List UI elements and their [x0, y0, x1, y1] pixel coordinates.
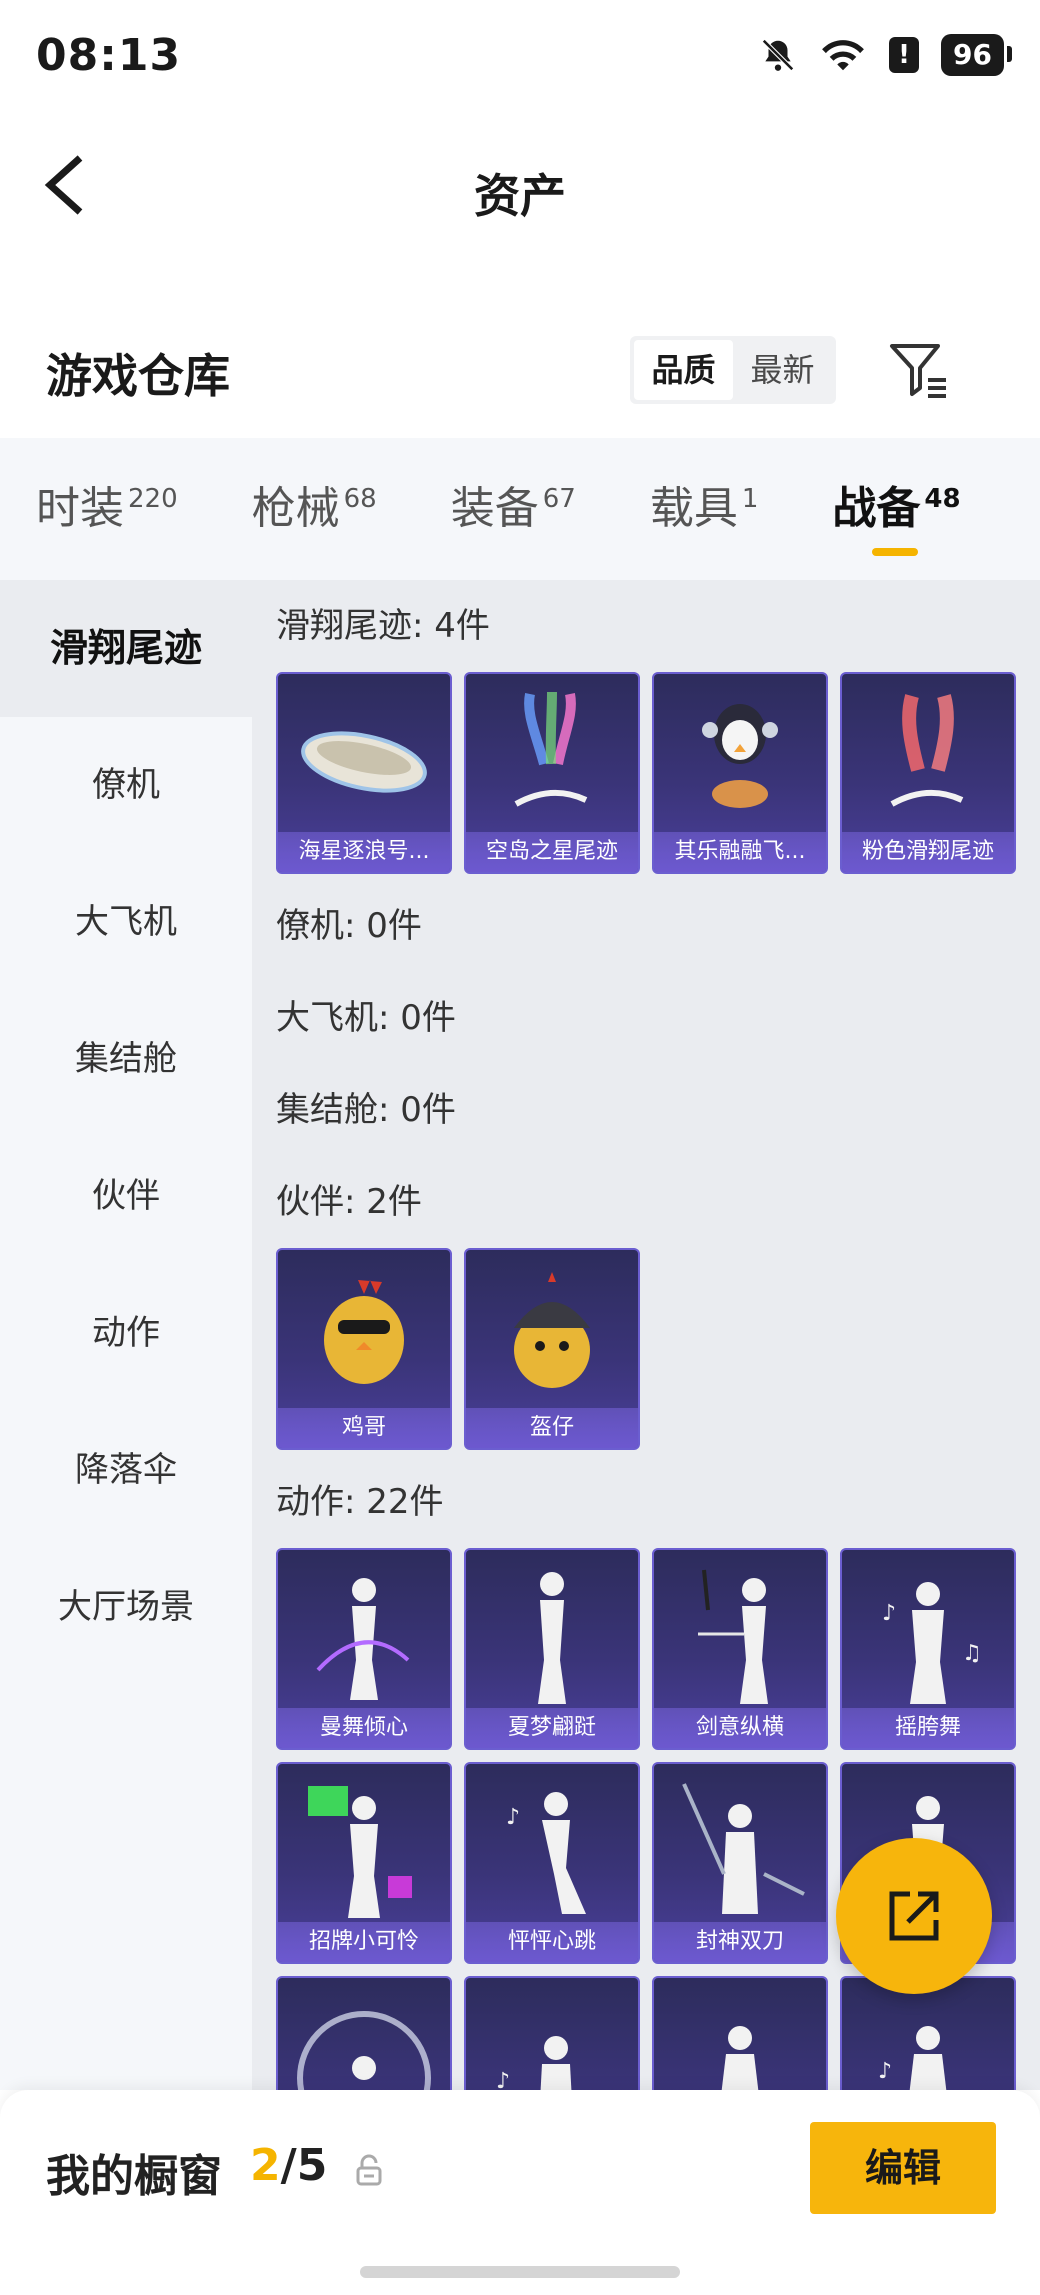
partner-grid: 鸡哥 盔仔: [276, 1248, 1040, 1450]
sidebar-item-parachute[interactable]: 降落伞: [0, 1402, 252, 1539]
boat-trail-image: [301, 731, 427, 793]
item-card[interactable]: 夏梦翩跹: [464, 1548, 640, 1750]
helmet-partner-image: [514, 1272, 590, 1388]
tab-guns[interactable]: 枪械 68: [252, 438, 377, 580]
sidebar-item-partner[interactable]: 伙伴: [0, 1128, 252, 1265]
sidebar: 滑翔尾迹 僚机 大飞机 集结舱 伙伴 动作 降落伞 大厅场景: [0, 580, 252, 2090]
dance-figure-image: [538, 1572, 566, 1704]
item-card[interactable]: ♪: [464, 1976, 640, 2090]
sort-latest-button[interactable]: 最新: [733, 340, 832, 400]
item-card[interactable]: [652, 1976, 828, 2090]
dance-figure-image: [698, 1569, 768, 1704]
battery-indicator: 96: [941, 34, 1012, 76]
penguin-trail-image: [702, 704, 778, 808]
item-card[interactable]: 海星逐浪号...: [276, 672, 452, 874]
item-card[interactable]: 其乐融融飞...: [652, 672, 828, 874]
item-name: 海星逐浪号...: [278, 832, 450, 872]
category-tabs: 时装 220 枪械 68 装备 67 载具 1 战备 48: [0, 438, 1040, 580]
sidebar-item-plane[interactable]: 大飞机: [0, 854, 252, 991]
dance-figure-image: [316, 1578, 410, 1700]
section-title-plane: 大飞机: 0件: [276, 998, 456, 1038]
item-card[interactable]: 招牌小可怜: [276, 1762, 452, 1964]
item-card[interactable]: ♪ ♫ 摇胯舞: [840, 1548, 1016, 1750]
dance-figure-image: [308, 1786, 412, 1918]
status-time: 08:13: [36, 30, 182, 81]
item-card[interactable]: 剑意纵横: [652, 1548, 828, 1750]
dance-figure-image: [682, 1783, 805, 1914]
svg-text:♫: ♫: [962, 1641, 982, 1666]
svg-text:♪: ♪: [882, 1601, 896, 1626]
showcase-label: 我的橱窗: [46, 2151, 222, 2202]
item-card[interactable]: [276, 1976, 452, 2090]
status-bar: 08:13 ! 96: [0, 0, 1040, 120]
item-card[interactable]: ♪ 怦怦心跳: [464, 1762, 640, 1964]
emote-grid: 曼舞倾心 夏梦翩跹 剑意纵横 ♪♫ 摇胯舞 招牌小可怜 ♪ 怦怦心跳 封神双刀: [276, 1548, 1040, 2090]
sidebar-item-emote[interactable]: 动作: [0, 1265, 252, 1402]
glide-grid: 海星逐浪号... 空岛之星尾迹 其乐融融飞... 粉色滑翔尾迹: [276, 672, 1040, 874]
item-card[interactable]: 盔仔: [464, 1248, 640, 1450]
home-indicator[interactable]: [360, 2266, 680, 2278]
section-title-glide: 滑翔尾迹: 4件: [276, 606, 490, 646]
dance-figure-image: ♪: [878, 2026, 947, 2090]
item-name: 曼舞倾心: [278, 1708, 450, 1748]
status-icons: ! 96: [759, 34, 1012, 76]
item-card[interactable]: 封神双刀: [652, 1762, 828, 1964]
item-name: 夏梦翩跹: [466, 1708, 638, 1748]
tab-fashion[interactable]: 时装 220: [36, 438, 178, 580]
sidebar-item-wingman[interactable]: 僚机: [0, 717, 252, 854]
share-button[interactable]: [836, 1838, 992, 1994]
item-name: 盔仔: [466, 1408, 638, 1448]
dance-figure-image: ♪♫: [882, 1582, 982, 1704]
item-name: 怦怦心跳: [466, 1922, 638, 1962]
alert-icon: !: [889, 37, 920, 73]
showcase-count: 2/5: [250, 2140, 328, 2191]
tab-active-indicator: [872, 548, 919, 556]
item-name: 空岛之星尾迹: [466, 832, 638, 872]
item-name: 鸡哥: [278, 1408, 450, 1448]
svg-text:♪: ♪: [878, 2059, 892, 2084]
dance-figure-image: ♪: [506, 1792, 586, 1914]
sidebar-item-pod[interactable]: 集结舱: [0, 991, 252, 1128]
bubble-figure-image: [297, 2011, 431, 2090]
sort-quality-button[interactable]: 品质: [634, 340, 733, 400]
showcase-bar: 我的橱窗 2/5 编辑: [0, 2090, 1040, 2295]
filter-icon[interactable]: [888, 340, 950, 400]
tab-readiness[interactable]: 战备 48: [832, 438, 961, 580]
item-card[interactable]: ♪: [840, 1976, 1016, 2090]
sort-toggle: 品质 最新: [630, 336, 836, 404]
pink-trail-image: [890, 694, 964, 807]
svg-text:♪: ♪: [496, 2069, 510, 2090]
dance-figure-image: [721, 2026, 759, 2090]
section-title-emote: 动作: 22件: [276, 1482, 444, 1522]
item-name: 粉色滑翔尾迹: [842, 832, 1014, 872]
dance-figure-image: ♪: [496, 2036, 572, 2090]
rainbow-trail-image: [514, 691, 588, 807]
svg-text:♪: ♪: [506, 1805, 520, 1830]
tab-equipment[interactable]: 装备 67: [451, 438, 576, 580]
item-card[interactable]: 空岛之星尾迹: [464, 672, 640, 874]
item-name: 摇胯舞: [842, 1708, 1014, 1748]
item-card[interactable]: 曼舞倾心: [276, 1548, 452, 1750]
edit-button[interactable]: 编辑: [810, 2122, 996, 2214]
tab-vehicles[interactable]: 载具 1: [650, 438, 759, 580]
item-card[interactable]: 鸡哥: [276, 1248, 452, 1450]
chicken-partner-image: [324, 1280, 404, 1384]
item-name: 其乐融融飞...: [654, 832, 826, 872]
warehouse-title: 游戏仓库: [46, 349, 230, 403]
lock-icon: [356, 2154, 382, 2186]
share-icon: [889, 1891, 939, 1941]
section-title-wingman: 僚机: 0件: [276, 906, 422, 946]
header: 资产: [0, 120, 1040, 250]
page-title: 资产: [474, 169, 566, 223]
item-name: 封神双刀: [654, 1922, 826, 1962]
section-title-pod: 集结舱: 0件: [276, 1090, 456, 1130]
bell-off-icon: [762, 39, 794, 71]
item-name: 招牌小可怜: [278, 1922, 450, 1962]
item-name: 剑意纵横: [654, 1708, 826, 1748]
wifi-icon: [822, 40, 864, 71]
item-card[interactable]: 粉色滑翔尾迹: [840, 672, 1016, 874]
section-title-partner: 伙伴: 2件: [276, 1182, 422, 1222]
sidebar-item-glide-trail[interactable]: 滑翔尾迹: [0, 580, 252, 717]
sidebar-item-lobby[interactable]: 大厅场景: [0, 1539, 252, 1676]
